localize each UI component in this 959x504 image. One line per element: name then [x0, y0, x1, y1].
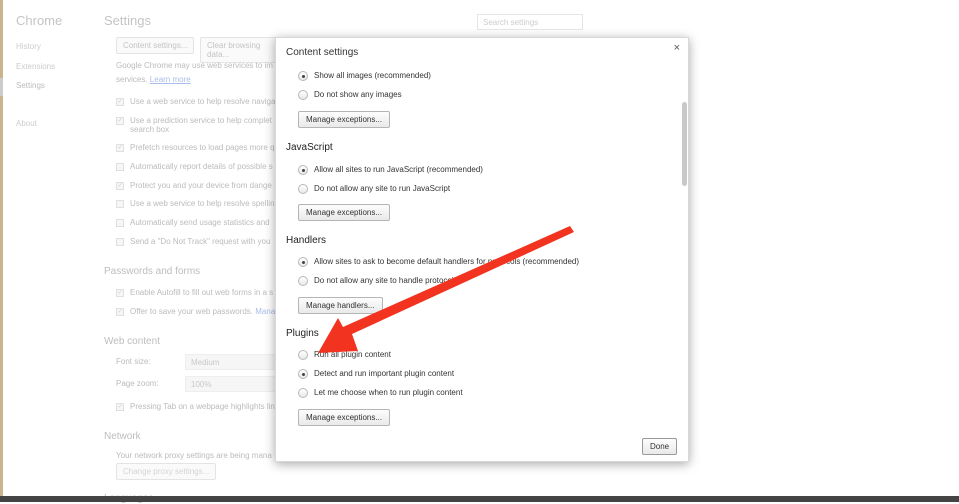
annotation-arrow-icon — [318, 226, 574, 353]
arrow-shape — [318, 226, 574, 353]
